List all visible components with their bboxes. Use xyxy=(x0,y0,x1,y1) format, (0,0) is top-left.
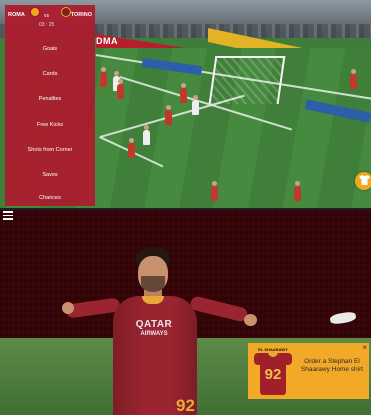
menu-item-free-kicks[interactable]: Free Kicks xyxy=(5,121,95,130)
highlights-menu: ROMA vs TORINO 03 : 25 Goals Cards Penal… xyxy=(5,5,95,206)
player xyxy=(294,181,301,201)
player-left-hand xyxy=(62,302,74,314)
jersey-image: EL SHAARAWY 92 xyxy=(254,347,292,396)
player xyxy=(350,69,357,89)
shirt-sponsor-main: QATAR xyxy=(135,319,173,330)
torino-crest-icon xyxy=(61,7,71,17)
player xyxy=(100,67,107,87)
promo-text: Order a Stephan El Shaarawy Home shirt xyxy=(300,358,364,373)
player xyxy=(211,181,218,201)
menu-item-cards[interactable]: Cards xyxy=(5,70,95,79)
jersey-number: 92 xyxy=(264,366,282,383)
close-icon[interactable]: × xyxy=(362,343,367,352)
shirt-promo-banner[interactable]: EL SHAARAWY 92 Order a Stephan El Shaara… xyxy=(248,343,369,399)
player xyxy=(165,105,172,125)
hamburger-icon[interactable] xyxy=(3,211,13,220)
home-team-name: ROMA xyxy=(8,12,25,18)
player xyxy=(192,95,199,115)
player xyxy=(143,125,150,145)
away-team-name: TORINO xyxy=(70,12,92,18)
versus-label: vs xyxy=(44,13,49,19)
video-player-frame: DMA ROMA vs TORINO 03: 25 Goals Cards P… xyxy=(0,0,371,415)
menu-item-chances[interactable]: Chances xyxy=(5,194,95,203)
player xyxy=(117,79,124,99)
goal-net xyxy=(208,56,286,104)
player xyxy=(128,138,135,158)
shirt-shop-button[interactable] xyxy=(355,172,371,190)
player xyxy=(180,83,187,103)
match-header: ROMA vs TORINO 03 : 25 xyxy=(5,5,95,31)
jersey-player-name: EL SHAARAWY xyxy=(258,347,288,352)
match-clock: 03 : 25 xyxy=(39,22,55,28)
player-beard xyxy=(141,276,165,292)
adboard-text: DMA xyxy=(96,36,118,46)
shirt-icon xyxy=(358,174,370,188)
menu-item-goals[interactable]: Goals xyxy=(5,45,95,54)
shirt-sponsor-sub: AIRWAYS xyxy=(140,331,168,337)
player-right-hand xyxy=(244,314,257,326)
shirt-number: 92 xyxy=(176,396,195,415)
roma-crest-icon xyxy=(30,7,40,17)
menu-item-saves[interactable]: Saves xyxy=(5,171,95,180)
menu-item-penalties[interactable]: Penalties xyxy=(5,95,95,104)
menu-item-shots-from-corner[interactable]: Shots from Corner xyxy=(5,146,95,155)
